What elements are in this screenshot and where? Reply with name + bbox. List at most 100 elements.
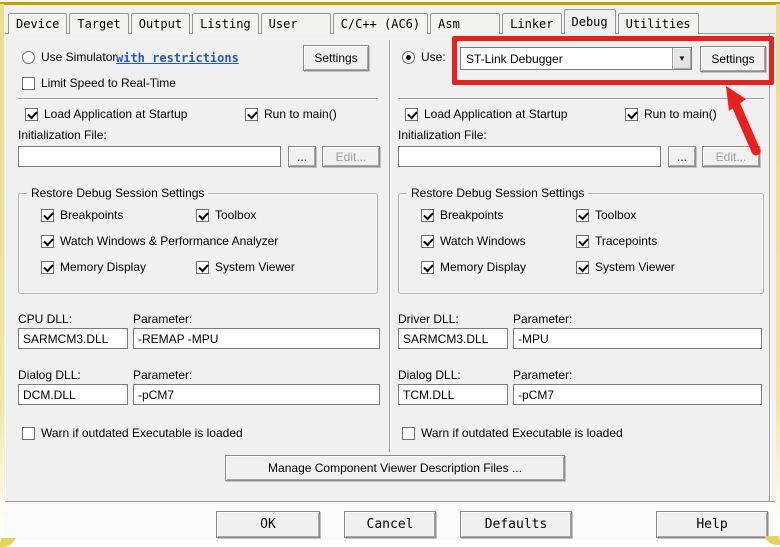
right-dialog-dll-input[interactable]: [398, 384, 508, 405]
left-system-viewer-checkbox[interactable]: System Viewer: [196, 260, 295, 274]
left-session-group-title: Restore Debug Session Settings: [27, 186, 209, 200]
debug-adapter-select[interactable]: ST-Link Debugger ▼: [460, 47, 692, 70]
tab-debug[interactable]: Debug: [563, 9, 616, 34]
panel-divider: [389, 40, 391, 452]
right-init-file-label: Initialization File:: [398, 128, 487, 142]
right-warn-outdated-checkbox[interactable]: Warn if outdated Executable is loaded: [402, 426, 623, 440]
left-dialog-param-label: Parameter:: [133, 368, 193, 382]
checkbox-box-icon: [576, 234, 589, 248]
driver-dll-label: Driver DLL:: [398, 312, 459, 326]
limit-speed-checkbox[interactable]: Limit Speed to Real-Time: [22, 76, 176, 90]
checkbox-box-icon: [196, 260, 209, 274]
checkbox-box-icon: [625, 107, 638, 121]
frame-corner-curl-left: [0, 538, 16, 547]
tab-utilities[interactable]: Utilities: [617, 13, 699, 34]
left-init-file-input[interactable]: [18, 146, 281, 167]
left-run-to-main-checkbox[interactable]: Run to main(): [245, 107, 337, 121]
right-dialog-dll-label: Dialog DLL:: [398, 368, 461, 382]
help-button[interactable]: Help: [656, 511, 768, 538]
right-run-to-main-checkbox[interactable]: Run to main(): [625, 107, 717, 121]
right-session-group-title: Restore Debug Session Settings: [407, 186, 589, 200]
checkbox-box-icon: [41, 260, 54, 274]
right-breakpoints-checkbox[interactable]: Breakpoints: [421, 208, 503, 222]
left-dialog-dll-input[interactable]: [18, 384, 128, 405]
left-watch-windows-checkbox[interactable]: Watch Windows & Performance Analyzer: [41, 234, 278, 248]
left-toolbox-label: Toolbox: [215, 208, 257, 222]
right-edit-button[interactable]: Edit...: [702, 146, 760, 167]
cpu-dll-input[interactable]: [18, 328, 128, 349]
ok-button[interactable]: OK: [216, 511, 320, 538]
left-breakpoints-label: Breakpoints: [60, 208, 124, 222]
checkbox-box-icon: [576, 260, 589, 274]
cpu-param-input[interactable]: [133, 328, 380, 349]
right-memory-display-checkbox[interactable]: Memory Display: [421, 260, 526, 274]
tab-bar: Device Target Output Listing User C/C++ …: [8, 9, 701, 34]
tab-linker[interactable]: Linker: [502, 13, 562, 34]
checkbox-box-icon: [421, 260, 434, 274]
debugger-settings-button[interactable]: Settings: [700, 46, 766, 72]
right-separator: [398, 98, 764, 100]
left-warn-outdated-checkbox[interactable]: Warn if outdated Executable is loaded: [22, 426, 243, 440]
tab-asm[interactable]: Asm: [430, 13, 501, 34]
right-session-groupbox: Restore Debug Session Settings Breakpoin…: [398, 186, 764, 294]
right-load-app-checkbox[interactable]: Load Application at Startup: [405, 107, 567, 121]
dropdown-arrow-icon[interactable]: ▼: [672, 48, 691, 69]
tab-output[interactable]: Output: [130, 13, 191, 34]
right-run-to-main-label: Run to main(): [644, 107, 717, 121]
right-warn-outdated-label: Warn if outdated Executable is loaded: [421, 426, 623, 440]
with-restrictions-link[interactable]: with restrictions: [116, 51, 239, 65]
tab-device[interactable]: Device: [8, 13, 68, 34]
left-watch-windows-label: Watch Windows & Performance Analyzer: [60, 234, 279, 248]
left-memory-display-checkbox[interactable]: Memory Display: [41, 260, 146, 274]
left-system-viewer-label: System Viewer: [215, 260, 295, 274]
right-breakpoints-label: Breakpoints: [440, 208, 504, 222]
cancel-button[interactable]: Cancel: [344, 511, 436, 538]
right-system-viewer-checkbox[interactable]: System Viewer: [576, 260, 675, 274]
left-memory-display-label: Memory Display: [60, 260, 147, 274]
checkbox-box-icon: [41, 208, 54, 222]
tab-target[interactable]: Target: [69, 13, 129, 34]
left-breakpoints-checkbox[interactable]: Breakpoints: [41, 208, 123, 222]
left-init-file-label: Initialization File:: [18, 128, 107, 142]
frame-left-border: [0, 4, 4, 532]
left-dialog-param-input[interactable]: [133, 384, 380, 405]
defaults-button[interactable]: Defaults: [460, 511, 572, 538]
cpu-param-label: Parameter:: [133, 312, 193, 326]
radio-circle-icon: [22, 50, 35, 64]
right-tracepoints-label: Tracepoints: [595, 234, 658, 248]
limit-speed-label: Limit Speed to Real-Time: [41, 76, 176, 90]
left-toolbox-checkbox[interactable]: Toolbox: [196, 208, 256, 222]
checkbox-box-icon: [196, 208, 209, 222]
use-debugger-radio[interactable]: Use:: [402, 50, 446, 64]
left-warn-outdated-label: Warn if outdated Executable is loaded: [41, 426, 243, 440]
left-edit-button[interactable]: Edit...: [322, 146, 380, 167]
manage-component-viewer-button[interactable]: Manage Component Viewer Description File…: [225, 455, 565, 481]
tab-ccpp-ac6[interactable]: C/C++ (AC6): [332, 13, 429, 34]
use-simulator-radio[interactable]: Use Simulator: [22, 50, 116, 64]
right-watch-windows-checkbox[interactable]: Watch Windows: [421, 234, 526, 248]
simulator-settings-button[interactable]: Settings: [303, 45, 369, 71]
checkbox-box-icon: [421, 234, 434, 248]
checkbox-box-icon: [22, 426, 35, 440]
cpu-dll-label: CPU DLL:: [18, 312, 73, 326]
driver-param-input[interactable]: [513, 328, 762, 349]
tab-page-left-border: [5, 33, 6, 501]
frame-right-border: [776, 4, 780, 532]
right-toolbox-checkbox[interactable]: Toolbox: [576, 208, 636, 222]
driver-dll-input[interactable]: [398, 328, 508, 349]
right-dialog-param-input[interactable]: [513, 384, 762, 405]
right-browse-button[interactable]: ...: [668, 146, 696, 167]
driver-param-label: Parameter:: [513, 312, 573, 326]
left-load-app-checkbox[interactable]: Load Application at Startup: [25, 107, 187, 121]
use-simulator-label: Use Simulator: [41, 50, 117, 64]
right-memory-display-label: Memory Display: [440, 260, 527, 274]
right-dialog-param-label: Parameter:: [513, 368, 573, 382]
right-watch-windows-label: Watch Windows: [440, 234, 526, 248]
left-load-app-label: Load Application at Startup: [44, 107, 188, 121]
checkbox-box-icon: [402, 426, 415, 440]
tab-user[interactable]: User: [260, 13, 331, 34]
right-init-file-input[interactable]: [398, 146, 661, 167]
right-tracepoints-checkbox[interactable]: Tracepoints: [576, 234, 657, 248]
left-browse-button[interactable]: ...: [288, 146, 316, 167]
tab-listing[interactable]: Listing: [192, 13, 259, 34]
